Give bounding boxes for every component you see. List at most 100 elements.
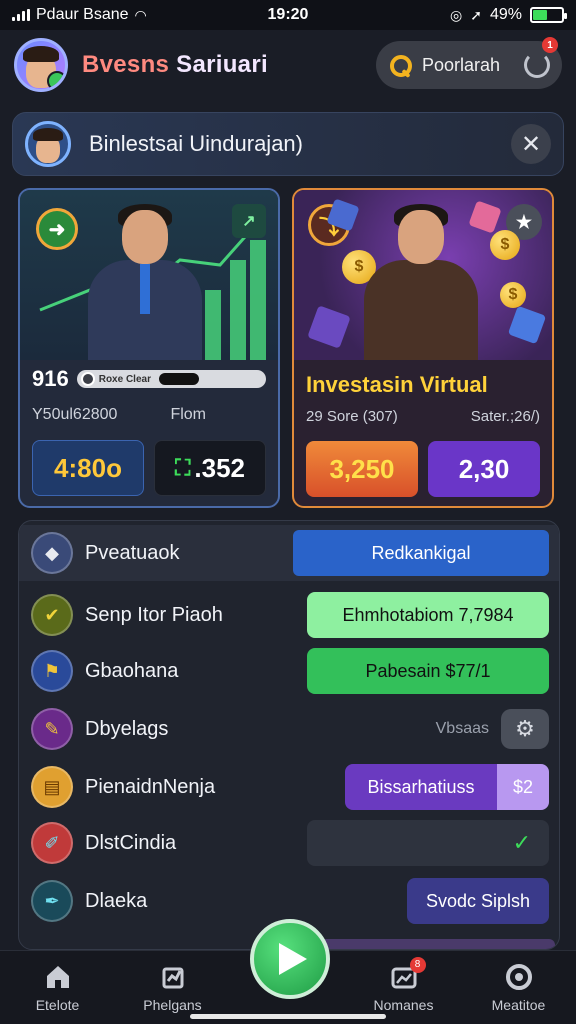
list-item-button[interactable]: Bissarhatiuss xyxy=(345,764,497,810)
app-header: Bvesns Sariuari Poorlarah 1 xyxy=(0,30,576,100)
nav-label: Phelgans xyxy=(143,996,202,1013)
battery-fill xyxy=(533,10,547,20)
nav-label: Nomanes xyxy=(373,996,434,1013)
diamond-icon: ◆ xyxy=(31,532,73,574)
location-icon: ➚ xyxy=(470,6,482,23)
flag-icon: ⚑ xyxy=(31,650,73,692)
welcome-banner: Binlestsai Uindurajan) ✕ xyxy=(12,112,564,176)
checkmark-icon[interactable]: ✓ xyxy=(307,820,549,866)
play-button[interactable] xyxy=(250,919,330,999)
cube-icon xyxy=(507,305,547,345)
check-icon: ✔ xyxy=(31,594,73,636)
refresh-icon[interactable] xyxy=(524,52,550,78)
coin-icon: $ xyxy=(490,230,520,260)
list-header-button[interactable]: Redkankigal xyxy=(293,530,549,576)
head xyxy=(122,210,168,264)
close-button[interactable]: ✕ xyxy=(511,124,551,164)
sell-button[interactable]: 2,30 xyxy=(428,441,540,497)
slider-knob[interactable] xyxy=(80,372,95,386)
list-item-label: Dbyelags xyxy=(85,717,169,740)
carrier-label: Pdaur Bsane xyxy=(36,6,129,23)
wifi-icon: ◠ xyxy=(134,6,147,23)
value-slider[interactable]: Roxe Clear xyxy=(76,370,266,388)
businessman-figure xyxy=(80,200,210,360)
list-header-label: Pveatuaok xyxy=(85,541,180,564)
app-title-prefix: Bvesns xyxy=(82,51,170,78)
cube-icon xyxy=(307,305,351,349)
list-item[interactable]: ✔ Senp Itor Piaoh Ehmhotabiom 7,7984 xyxy=(19,587,559,643)
arrow-right-icon: ➜ xyxy=(36,208,78,250)
bottom-navigation: Etelote Phelgans 8 Nomanes Meatitoe xyxy=(0,919,576,1024)
chart-bar xyxy=(230,260,246,360)
price-tag[interactable]: $2 xyxy=(497,764,549,810)
list-item-status: Vbsaas xyxy=(435,720,489,737)
list-header-row[interactable]: ◆ Pveatuaok Redkankigal xyxy=(19,525,559,581)
list-item[interactable]: ✐ DlstCindia ✓ xyxy=(19,815,559,871)
investor-figure xyxy=(356,200,486,360)
buy-button[interactable]: 3,250 xyxy=(306,441,418,497)
virtual-investment-card[interactable]: ⤵ ★ $ $ $ Investasin Virtual 29 Sore (30… xyxy=(292,188,554,508)
list-item-label: Senp Itor Piaoh xyxy=(85,603,223,626)
list-item[interactable]: ▤ PienaidnNenja Bissarhatiuss $2 xyxy=(19,759,559,815)
stat-button-primary[interactable]: 4:80o xyxy=(32,440,144,496)
nav-label: Etelote xyxy=(35,996,80,1013)
card-left-sub-left: Y50ul62800 xyxy=(32,406,118,423)
nav-home[interactable]: Etelote xyxy=(0,951,115,1024)
slider-text: Roxe Clear xyxy=(98,373,151,385)
slider-fill xyxy=(158,373,199,385)
alarm-icon: ◎ xyxy=(450,6,463,23)
action-list: ◆ Pveatuaok Redkankigal ✔ Senp Itor Piao… xyxy=(18,520,560,950)
signal-icon xyxy=(12,9,30,21)
list-item[interactable]: ⚑ Gbaohana Pabesain $77/1 xyxy=(19,643,559,699)
messages-badge: 8 xyxy=(409,956,426,973)
head xyxy=(398,210,444,264)
settings-gear-icon[interactable]: ⚙ xyxy=(501,709,549,749)
portfolio-card[interactable]: ➜ ↗ 916 Roxe Clear Y50ul62800 Flom 4:80o… xyxy=(18,188,280,508)
battery-icon xyxy=(530,7,567,23)
chart-bar xyxy=(250,240,266,360)
settings-icon xyxy=(505,963,533,991)
pen-icon: ✒ xyxy=(31,880,73,922)
businessman-illustration: ➜ ↗ xyxy=(20,190,278,360)
growth-icon: ↗ xyxy=(232,204,266,238)
app-title-suffix: Sariuari xyxy=(169,51,268,78)
profile-avatar[interactable] xyxy=(14,38,68,92)
investor-illustration: ⤵ ★ $ $ $ xyxy=(294,190,552,360)
search-bar[interactable]: Poorlarah 1 xyxy=(376,37,562,89)
messages-icon: 8 xyxy=(390,956,426,991)
avatar-face xyxy=(33,128,63,163)
edit-icon: ✎ xyxy=(31,708,73,750)
portfolio-value: 916 xyxy=(32,366,69,391)
card-title: Investasin Virtual xyxy=(306,372,488,397)
list-item-button[interactable]: Svodc Siplsh xyxy=(407,878,549,924)
tie xyxy=(140,264,150,314)
pencil-icon: ✐ xyxy=(31,822,73,864)
card-right-sub-left: 29 Sore (307) xyxy=(306,408,398,425)
battery-percent: 49% xyxy=(489,6,522,23)
list-item-button[interactable]: Ehmhotabiom 7,7984 xyxy=(307,592,549,638)
list-item[interactable]: ✎ Dbyelags Vbsaas ⚙ xyxy=(19,701,559,757)
list-item-label: Gbaohana xyxy=(85,659,179,682)
list-item-label: PienaidnNenja xyxy=(85,775,216,798)
home-icon xyxy=(44,963,72,991)
banner-avatar xyxy=(25,121,71,167)
banner-title: Binlestsai Uindurajan) xyxy=(89,131,303,156)
status-bar: Pdaur Bsane ◠ 19:20 ◎ ➚ 49% xyxy=(0,0,576,30)
partial-row-button xyxy=(319,939,555,949)
jacket xyxy=(364,260,478,360)
stat-button-secondary-label: .352 xyxy=(194,452,245,483)
list-item-label: DlstCindia xyxy=(85,831,177,854)
nav-settings[interactable]: Meatitoe xyxy=(461,951,576,1024)
online-badge-icon xyxy=(47,71,65,89)
ledger-icon: ▤ xyxy=(31,766,73,808)
search-placeholder: Poorlarah xyxy=(422,54,501,75)
notification-badge: 1 xyxy=(542,37,558,53)
portfolio-icon xyxy=(159,963,187,991)
stat-button-secondary[interactable]: ⛶ .352 xyxy=(154,440,266,496)
wallet-icon: ⛶ xyxy=(174,455,191,480)
card-right-sub-right: Sater.;26/) xyxy=(470,408,540,425)
home-indicator[interactable] xyxy=(190,1014,386,1019)
list-item-button[interactable]: Pabesain $77/1 xyxy=(307,648,549,694)
nav-label: Meatitoe xyxy=(491,996,546,1013)
app-title: Bvesns Sariuari xyxy=(82,51,268,79)
